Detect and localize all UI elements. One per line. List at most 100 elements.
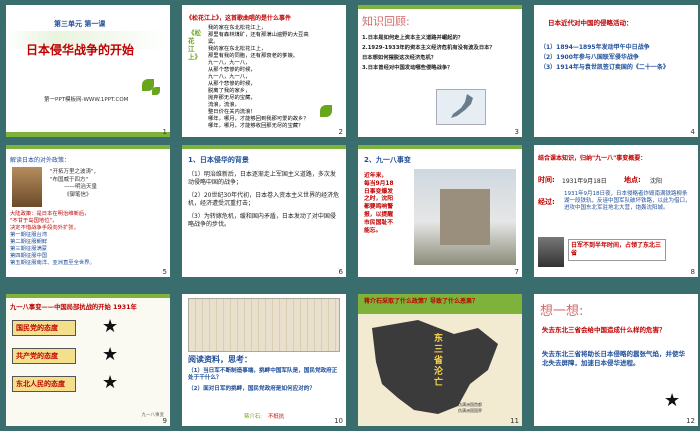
question-item: 3.日本曾经对中国发动哪些侵略战争？	[362, 65, 453, 71]
monument-photo	[414, 169, 516, 265]
attitude-label: 共产党的态度	[12, 348, 76, 364]
result-box: 日军不到半年时间，占领了东北三省	[568, 239, 666, 261]
slide-1[interactable]: 第三单元 第一课 日本侵华战争的开始 第一PPT模板网-WWW.1PPT.COM…	[6, 5, 170, 137]
slide-heading: 阅读资料，思考：	[188, 355, 252, 364]
slide-header-bar	[6, 145, 170, 149]
question-text: 失去东北三省会给中国造成什么样的危害？	[542, 326, 666, 334]
slide-5[interactable]: 解读日本的对外政策： "开拓万里之波涛"， "布国威于四方" ——明治天皇 《御…	[6, 145, 170, 277]
slide-title: 日本侵华战争的开始	[26, 43, 135, 57]
slide-grid: 第三单元 第一课 日本侵华战争的开始 第一PPT模板网-WWW.1PPT.COM…	[0, 0, 700, 431]
slide-number: 8	[690, 268, 695, 276]
star-icon: ★	[102, 344, 119, 365]
quote-line: "布国威于四方"	[50, 176, 89, 183]
occupation-photo	[538, 237, 564, 267]
slide-number: 11	[510, 417, 519, 425]
star-icon: ★	[102, 372, 119, 393]
emperor-portrait	[12, 167, 42, 207]
map-legend: 伪满洲国首都 伪满洲国国界	[458, 402, 482, 414]
question-item: 2.1929-1933年的资本主义经济危机有没有波及日本？	[362, 45, 495, 51]
quote-line: 《御笔信》	[64, 191, 92, 198]
slide-heading: 1、日本侵华的背景	[188, 156, 249, 164]
lyric-line: 从那个悲惨的时候，	[208, 67, 256, 73]
place-label: 地点:	[624, 176, 641, 184]
slide-11[interactable]: 蒋介石采取了什么政策？导致了什么恶果？ 东三省沦亡 伪满洲国首都 伪满洲国国界 …	[358, 294, 522, 426]
slide-6[interactable]: 1、日本侵华的背景 （1）明治维新后，日本逐渐走上军国主义道路，多次发动侵略中国…	[182, 145, 346, 277]
slide-header-bar	[358, 5, 522, 9]
caption-line: 报，以提醒	[364, 211, 393, 218]
slide-header-bar	[6, 294, 170, 298]
japan-map-icon	[451, 94, 473, 118]
slide-number: 7	[514, 268, 519, 276]
slide-number: 12	[686, 417, 695, 425]
star-icon: ★	[102, 316, 119, 337]
question-item: （1）当日军不断制造事端，挑衅中国军队是，国民党政府正处于干什么？	[188, 368, 338, 382]
lyric-line: 脱离了我的家乡，	[208, 88, 251, 94]
policy-line: 大陆政策：是日本在明治维新后，	[10, 211, 90, 217]
answer-label: 蒋介石:	[244, 414, 262, 420]
slide-heading: 知识回顾:	[362, 15, 410, 28]
slide-number: 9	[162, 417, 167, 425]
slide-number: 3	[514, 128, 519, 136]
slide-12[interactable]: 想一想: 失去东北三省会给中国造成什么样的危害？ 失去东北三省将助长日本侵略的嚣…	[534, 294, 698, 426]
policy-line: 第二期征服朝鲜	[10, 239, 48, 245]
caption-line: 都要鸣响警	[364, 204, 393, 211]
process-label: 经过:	[538, 198, 555, 206]
aggression-list: （1）1894—1895年发动甲午中日战争 （2）1900年参与八国联军侵华战争…	[540, 43, 690, 73]
policy-line: 第五期征服南洋、亚洲直至全世界。	[10, 260, 95, 266]
slide-2[interactable]: 《松花江上》，这首歌曲唱的是什么事件 《松花江上》 我的家在东北松花江上， 那里…	[182, 5, 346, 137]
answer-text: 失去东北三省将助长日本侵略的嚣张气焰，并使华北失去屏障，加速日本侵华进程。	[542, 350, 685, 367]
policy-line: 第三期征服满蒙	[10, 246, 48, 252]
attitude-row[interactable]: 东北人民的态度	[12, 376, 76, 392]
question-item: 1.日本是如何走上资本主义道路并崛起的？	[362, 35, 464, 41]
leaf-icon	[320, 105, 332, 117]
question-list: （1）当日军不断制造事端，挑衅中国军队是，国民党政府正处于干什么？ （2）面对日…	[188, 368, 340, 393]
aggression-item: （2）1900年参与八国联军侵华战争	[540, 54, 639, 61]
slide-heading: 想一想:	[540, 304, 584, 319]
slide-9[interactable]: 九一八事变——中国局部抗战的开始 1931年 国民党的态度 ★ 共产党的态度 ★…	[6, 294, 170, 426]
slide-4[interactable]: 日本近代对中国的侵略活动： （1）1894—1895年发动甲午中日战争 （2）1…	[534, 5, 698, 137]
lyric-line: 流浪，流浪，	[208, 102, 240, 108]
attitude-label: 国民党的态度	[12, 320, 76, 336]
slide-3[interactable]: 知识回顾: 1.日本是如何走上资本主义道路并崛起的？ 2.1929-1933年的…	[358, 5, 522, 137]
process-text: 1931年9月18日夜，日本侵略者炸毁南满铁路柳条湖一段铁轨，反诬中国军队破坏铁…	[564, 191, 691, 212]
caption-line: 能忘。	[364, 227, 382, 234]
slide-number: 2	[338, 128, 343, 136]
aggression-item: （1）1894—1895年发动甲午中日战争	[540, 44, 650, 51]
policy-line: 决定不惜战争手段向外扩张，	[10, 225, 79, 231]
site-text: 第一PPT模板网-WWW.1PPT.COM	[44, 97, 129, 103]
occupation-label: 东三省沦亡	[434, 334, 444, 388]
background-list: （1）明治维新后，日本逐渐走上军国主义道路，多次发动侵略中国的战争； （2）20…	[188, 171, 340, 229]
slide-8[interactable]: 结合课本知识，归纳"九一八"事变概要： 时间: 1931年9月18日 地点: 沈…	[534, 145, 698, 277]
background-item: （3）为转嫁危机，缓和国内矛盾，日本发动了对中国侵略战争的步伐。	[188, 212, 336, 229]
lyric-line: 那里有我的同胞，还有那衰老的爹娘。	[208, 53, 299, 59]
background-item: （1）明治维新后，日本逐渐走上军国主义道路，多次发动侵略中国的战争；	[188, 171, 336, 187]
unit-label: 第三单元 第一课	[54, 20, 106, 28]
slide-footer-bar	[6, 132, 170, 137]
attitude-row[interactable]: 国民党的态度	[12, 320, 76, 336]
quote-line: "开拓万里之波涛"，	[50, 169, 100, 175]
star-icon: ★	[664, 390, 681, 411]
lyric-line: 哪年，哪月，才能够回到我那可爱的故乡？	[208, 116, 309, 122]
lyrics-block: 我的家在东北松花江上， 那里有森林煤矿，还有那满山遍野的大豆高粱。 我的家在东北…	[208, 25, 318, 130]
caption-line: 近年来，	[364, 173, 388, 179]
newspaper-image	[188, 298, 340, 352]
attitude-row[interactable]: 共产党的态度	[12, 348, 76, 364]
slide-10[interactable]: 阅读资料，思考： （1）当日军不断制造事端，挑衅中国军队是，国民党政府正处于干什…	[182, 294, 346, 426]
aggression-item: （3）1914年与袁世凯签订卖国的《二十一条》	[540, 64, 669, 71]
policy-line: 第一期征服台湾	[10, 232, 48, 238]
caption-block: 近年来， 每当9月18 日事变爆发 之时，沈阳 都要鸣响警 报，以提醒 市民国耻…	[364, 173, 408, 235]
background-item: （2）20世纪30年代初，日本卷入资本主义世界的经济危机，经济遭受沉重打击；	[188, 191, 340, 208]
policy-line: 第四期征服中国	[10, 253, 48, 259]
slide-heading: 《松花江上》，这首歌曲唱的是什么事件	[186, 15, 292, 22]
slide-heading: 九一八事变——中国局部抗战的开始 1931年	[10, 304, 137, 311]
time-value: 1931年9月18日	[562, 178, 607, 185]
lyric-line: 从那个悲惨的时候，	[208, 81, 256, 87]
question-item: （2）面对日军的挑衅，国民党政府是如何应对的？	[188, 385, 315, 392]
slide-7[interactable]: 2、九一八事变 近年来， 每当9月18 日事变爆发 之时，沈阳 都要鸣响警 报，…	[358, 145, 522, 277]
slide-number: 4	[690, 128, 695, 136]
slide-heading: 解读日本的对外政策：	[10, 157, 71, 164]
policy-line: "不甘于岛国地位"，	[10, 218, 58, 224]
slide-number: 1	[162, 128, 167, 136]
slide-number: 6	[338, 268, 343, 276]
caption-line: 每当9月18	[364, 180, 394, 187]
